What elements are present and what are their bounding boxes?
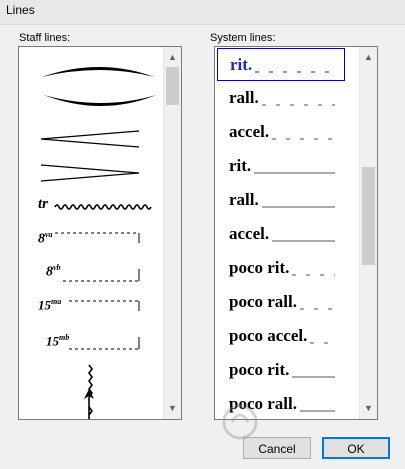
15ma-text: 15ma bbox=[38, 297, 62, 313]
15ma-item[interactable] bbox=[69, 300, 140, 311]
slur-above-item[interactable] bbox=[41, 67, 155, 77]
system-line-item[interactable]: rit. bbox=[217, 150, 345, 183]
system-line-stroke bbox=[272, 138, 335, 140]
system-line-item[interactable]: poco accel. bbox=[217, 320, 345, 353]
watermark-icon bbox=[222, 404, 258, 440]
system-line-item[interactable]: rall. bbox=[217, 184, 345, 217]
octave-va-item[interactable] bbox=[55, 232, 140, 243]
diminuendo-item[interactable] bbox=[40, 164, 140, 182]
system-line-item[interactable]: accel. bbox=[217, 218, 345, 251]
system-line-item[interactable]: poco rit. bbox=[217, 252, 345, 285]
scroll-thumb[interactable] bbox=[166, 67, 179, 105]
system-lines-label: System lines: bbox=[210, 32, 276, 44]
system-line-stroke bbox=[292, 274, 335, 276]
system-line-item[interactable]: poco rall. bbox=[217, 286, 345, 319]
system-line-item[interactable]: poco rit. bbox=[217, 354, 345, 387]
system-lines-scrollbar[interactable]: ▲ ▼ bbox=[359, 47, 377, 419]
window-title: Lines bbox=[6, 3, 35, 17]
octave-vb-item[interactable] bbox=[63, 269, 140, 282]
title-bar: Lines bbox=[0, 0, 405, 25]
octave-vb-text: 8vb bbox=[46, 263, 61, 280]
arpeggio-up-item[interactable] bbox=[84, 364, 94, 419]
system-line-stroke bbox=[272, 240, 335, 242]
system-line-stroke bbox=[262, 104, 335, 106]
system-line-stroke bbox=[254, 172, 335, 174]
system-line-item[interactable]: rit. bbox=[217, 48, 345, 81]
system-line-stroke bbox=[310, 342, 335, 344]
staff-lines-list[interactable]: tr 8va 8vb 15ma 15mb ▲ ▼ bbox=[18, 46, 182, 420]
system-line-stroke bbox=[292, 376, 335, 378]
scroll-up-icon[interactable]: ▲ bbox=[164, 49, 181, 66]
15mb-item[interactable] bbox=[69, 337, 140, 350]
system-lines-list[interactable]: rit. rall. accel. rit. rall. accel. poco rit. p… bbox=[214, 46, 378, 420]
system-line-stroke bbox=[262, 206, 335, 208]
scroll-up-icon[interactable]: ▲ bbox=[360, 49, 377, 66]
trill-text: tr bbox=[38, 196, 49, 212]
octave-va-text: 8va bbox=[38, 230, 53, 247]
system-line-stroke bbox=[255, 71, 336, 73]
scroll-down-icon[interactable]: ▼ bbox=[164, 400, 181, 417]
scroll-thumb[interactable] bbox=[362, 167, 375, 265]
slur-below-item[interactable] bbox=[43, 95, 157, 106]
system-line-item[interactable]: rall. bbox=[217, 82, 345, 115]
system-line-item[interactable]: accel. bbox=[217, 116, 345, 149]
trill-item[interactable] bbox=[54, 204, 152, 210]
system-line-stroke bbox=[300, 308, 335, 310]
crescendo-item[interactable] bbox=[40, 130, 140, 148]
15mb-text: 15mb bbox=[46, 333, 70, 349]
staff-lines-scrollbar[interactable]: ▲ ▼ bbox=[163, 47, 181, 419]
staff-lines-label: Staff lines: bbox=[19, 32, 71, 44]
watermark-logo bbox=[222, 392, 392, 452]
